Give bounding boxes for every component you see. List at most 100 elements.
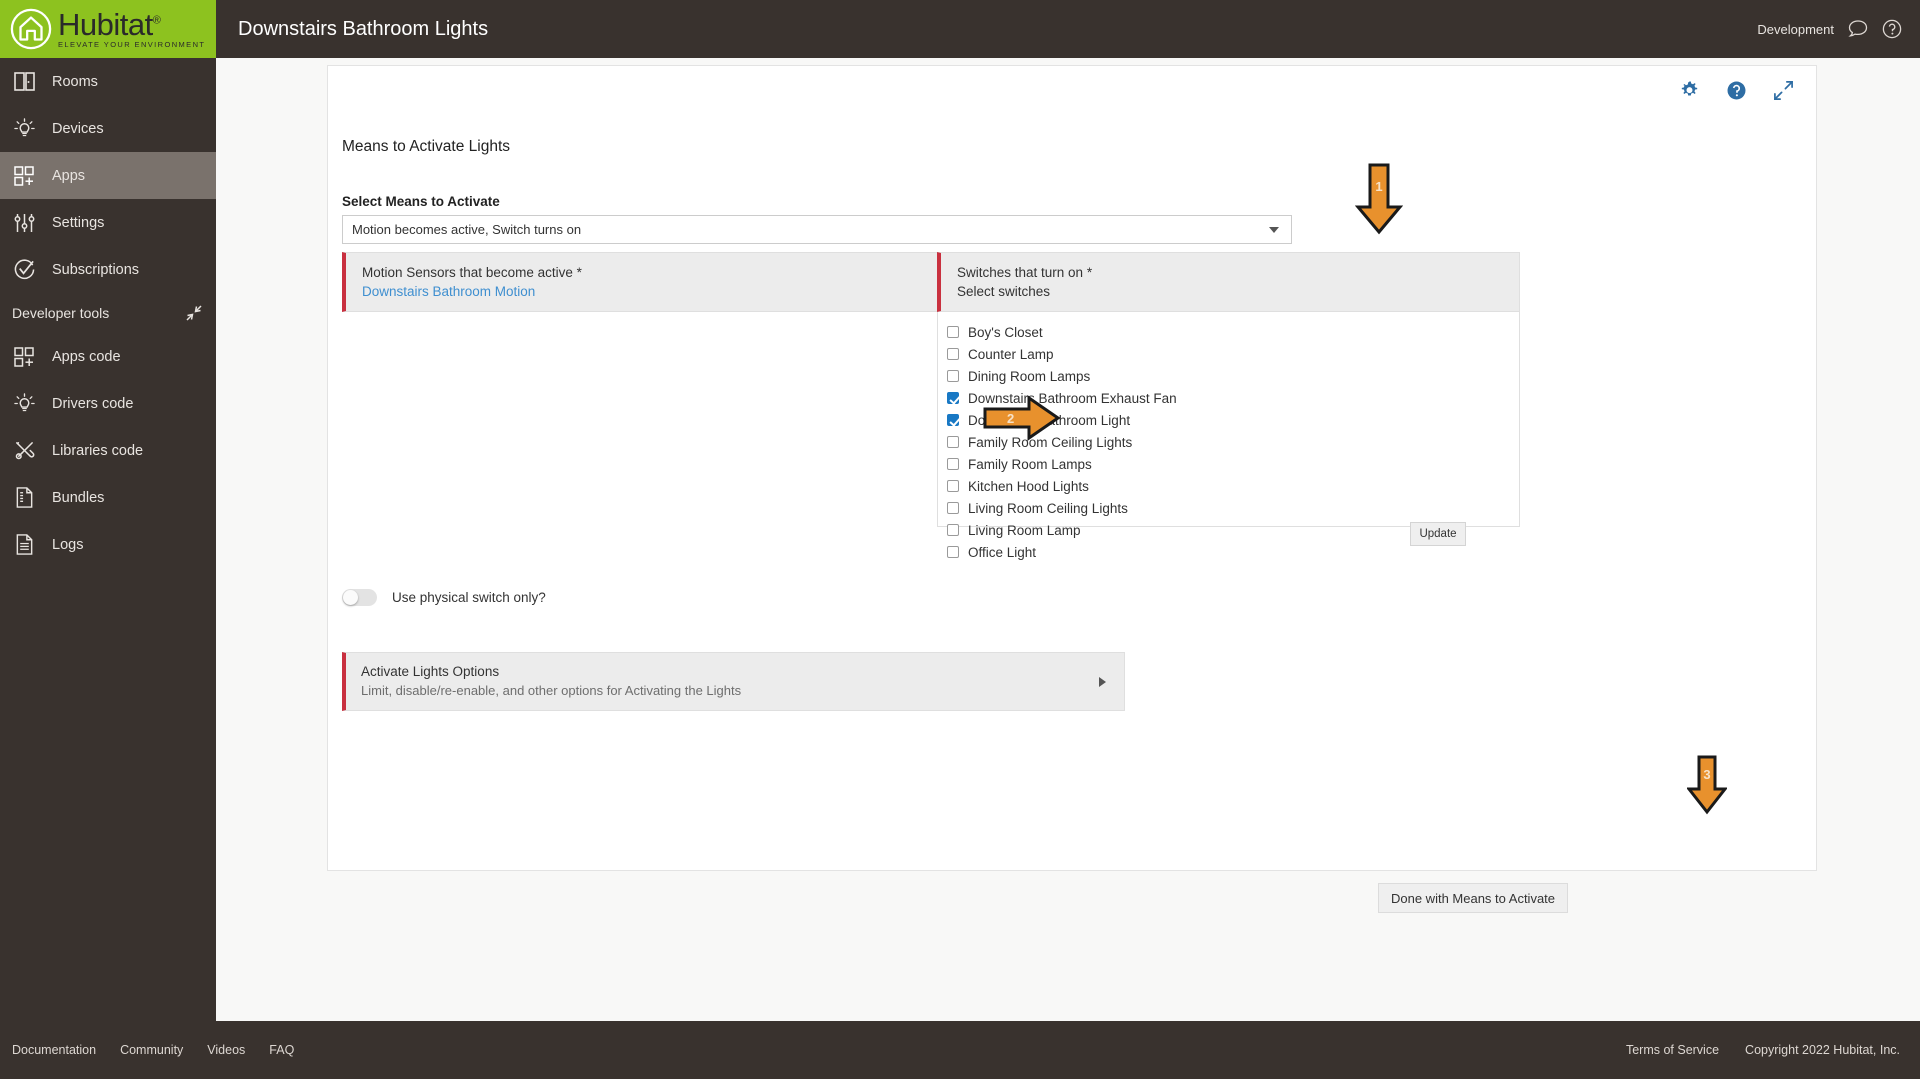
activate-lights-options-panel[interactable]: Activate Lights Options Limit, disable/r… [342, 652, 1125, 711]
switch-option-label: Downstairs Bathroom Light [968, 412, 1131, 428]
sidebar: Hubitat® ELEVATE YOUR ENVIRONMENT Rooms [0, 0, 216, 1079]
sidebar-item-subscriptions[interactable]: Subscriptions [0, 246, 216, 293]
switch-option-row[interactable]: Living Room Ceiling Lights [947, 497, 1519, 519]
footer-link-faq[interactable]: FAQ [269, 1043, 294, 1057]
checkbox[interactable] [947, 458, 959, 470]
switch-option-label: Dining Room Lamps [968, 368, 1091, 384]
sidebar-item-label: Rooms [52, 73, 98, 90]
checkbox[interactable] [947, 392, 959, 404]
expand-arrows-icon[interactable] [1773, 80, 1794, 101]
sidebar-item-settings[interactable]: Settings [0, 199, 216, 246]
app-root: Hubitat® ELEVATE YOUR ENVIRONMENT Rooms [0, 0, 1920, 1079]
means-to-activate-select[interactable]: Motion becomes active, Switch turns on [342, 215, 1292, 244]
sidebar-item-drivers-code[interactable]: Drivers code [0, 380, 216, 427]
sidebar-item-label: Apps code [52, 348, 121, 365]
chevron-down-icon [1269, 226, 1279, 233]
sidebar-item-label: Apps [52, 167, 86, 184]
options-panel-subtitle: Limit, disable/re-enable, and other opti… [361, 683, 742, 698]
help-circle-icon[interactable] [1882, 19, 1902, 39]
footer-link-videos[interactable]: Videos [207, 1043, 245, 1057]
chevron-right-icon [1099, 676, 1106, 687]
card-toolbar [1679, 80, 1794, 101]
switches-panel: Switches that turn on * Select switches … [937, 252, 1520, 560]
switches-panel-subtitle: Select switches [957, 284, 1051, 299]
top-bar: Downstairs Bathroom Lights Development [216, 0, 1920, 58]
sidebar-item-bundles[interactable]: Bundles [0, 474, 216, 521]
switches-checkbox-list: Boy's Closet Counter Lamp Dining Room La… [937, 312, 1520, 560]
switch-option-row[interactable]: Counter Lamp [947, 343, 1519, 365]
switch-option-label: Kitchen Hood Lights [968, 478, 1089, 494]
brand-logo-area[interactable]: Hubitat® ELEVATE YOUR ENVIRONMENT [0, 0, 216, 58]
done-with-means-to-activate-button[interactable]: Done with Means to Activate [1378, 883, 1568, 913]
switch-option-row[interactable]: Downstairs Bathroom Exhaust Fan [947, 387, 1519, 409]
use-physical-switch-label: Use physical switch only? [392, 590, 546, 605]
checkbox[interactable] [947, 502, 959, 514]
physical-switch-toggle-row: Use physical switch only? [342, 589, 546, 606]
switch-option-row[interactable]: Family Room Ceiling Lights [947, 431, 1519, 453]
checkbox[interactable] [947, 370, 959, 382]
switch-option-row[interactable]: Kitchen Hood Lights [947, 475, 1519, 497]
developer-tools-header[interactable]: Developer tools [0, 293, 216, 333]
developer-tools-label: Developer tools [12, 305, 110, 321]
sidebar-item-label: Settings [52, 214, 105, 231]
checkbox[interactable] [947, 414, 959, 426]
sidebar-item-rooms[interactable]: Rooms [0, 58, 216, 105]
footer-link-community[interactable]: Community [120, 1043, 183, 1057]
switch-option-label: Office Light [968, 544, 1037, 560]
footer: Documentation Community Videos FAQ Terms… [0, 1021, 1920, 1079]
footer-links: Documentation Community Videos FAQ [12, 1043, 294, 1057]
tools-icon [10, 439, 38, 463]
footer-link-documentation[interactable]: Documentation [12, 1043, 96, 1057]
switch-option-label: Family Room Lamps [968, 456, 1092, 472]
environment-label: Development [1757, 21, 1834, 37]
switch-option-row[interactable]: Dining Room Lamps [947, 365, 1519, 387]
sidebar-item-logs[interactable]: Logs [0, 521, 216, 568]
gear-icon[interactable] [1679, 80, 1700, 101]
motion-panel-selection[interactable]: Downstairs Bathroom Motion [362, 284, 941, 299]
motion-panel-header: Motion Sensors that become active * Down… [342, 252, 942, 312]
page-title: Downstairs Bathroom Lights [238, 17, 489, 40]
means-select-value: Motion becomes active, Switch turns on [352, 222, 582, 237]
brand-name: Hubitat® [58, 7, 161, 43]
top-bar-right: Development [1757, 19, 1920, 39]
switch-option-label: Counter Lamp [968, 346, 1054, 362]
collapse-arrows-icon[interactable] [186, 305, 202, 321]
switch-option-label: Family Room Ceiling Lights [968, 434, 1133, 450]
checkbox[interactable] [947, 348, 959, 360]
checkbox[interactable] [947, 546, 959, 558]
switch-option-row[interactable]: Downstairs Bathroom Light [947, 409, 1519, 431]
rooms-icon [10, 70, 38, 94]
use-physical-switch-toggle[interactable] [342, 589, 377, 606]
switch-option-row[interactable]: Family Room Lamps [947, 453, 1519, 475]
sidebar-item-label: Bundles [52, 489, 105, 506]
chat-bubble-icon[interactable] [1848, 19, 1868, 39]
switch-option-label: Living Room Ceiling Lights [968, 500, 1128, 516]
switch-option-label: Living Room Lamp [968, 522, 1081, 538]
sidebar-item-apps[interactable]: Apps [0, 152, 216, 199]
sidebar-item-label: Logs [52, 536, 84, 553]
document-lines-icon [10, 533, 38, 557]
sidebar-item-devices[interactable]: Devices [0, 105, 216, 152]
motion-panel-title: Motion Sensors that become active * [362, 265, 582, 280]
lightbulb-icon [10, 117, 38, 141]
sidebar-item-libraries-code[interactable]: Libraries code [0, 427, 216, 474]
checkbox[interactable] [947, 524, 959, 536]
update-button[interactable]: Update [1410, 522, 1466, 546]
switch-option-label: Downstairs Bathroom Exhaust Fan [968, 390, 1177, 406]
apps-grid-icon [10, 345, 38, 369]
checkbox[interactable] [947, 326, 959, 338]
select-means-label: Select Means to Activate [342, 194, 500, 209]
footer-link-terms-of-service[interactable]: Terms of Service [1626, 1043, 1719, 1057]
checkbox[interactable] [947, 436, 959, 448]
switch-option-row[interactable]: Boy's Closet [947, 321, 1519, 343]
sidebar-item-label: Subscriptions [52, 261, 140, 278]
footer-copyright: Copyright 2022 Hubitat, Inc. [1745, 1043, 1900, 1057]
help-circle-icon[interactable] [1726, 80, 1747, 101]
checkbox[interactable] [947, 480, 959, 492]
motion-sensors-panel[interactable]: Motion Sensors that become active * Down… [342, 252, 942, 312]
sidebar-item-apps-code[interactable]: Apps code [0, 333, 216, 380]
sliders-icon [10, 211, 38, 235]
switches-panel-header[interactable]: Switches that turn on * Select switches [937, 252, 1520, 312]
switch-option-label: Boy's Closet [968, 324, 1043, 340]
page-content: Means to Activate Lights Select Means to… [216, 58, 1920, 1021]
